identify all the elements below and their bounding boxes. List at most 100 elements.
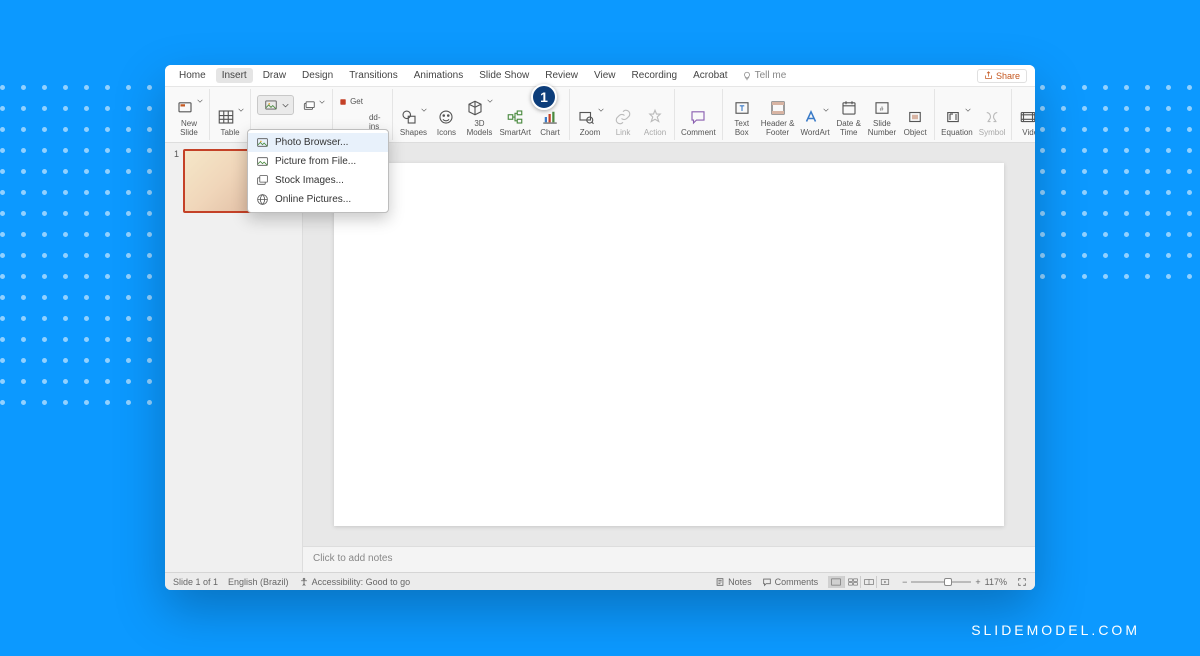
zoom-slider-thumb[interactable] bbox=[944, 578, 952, 586]
slide-canvas[interactable] bbox=[334, 163, 1004, 526]
menu-draw[interactable]: Draw bbox=[257, 68, 292, 83]
status-language[interactable]: English (Brazil) bbox=[228, 577, 289, 587]
view-normal-icon bbox=[831, 577, 841, 587]
zoom-out-button[interactable]: − bbox=[902, 577, 907, 587]
menu-bar: Home Insert Draw Design Transitions Anim… bbox=[165, 65, 1035, 87]
status-comments-button[interactable]: Comments bbox=[762, 577, 819, 587]
zoom-in-button[interactable]: + bbox=[975, 577, 980, 587]
menu-design[interactable]: Design bbox=[296, 68, 339, 83]
ribbon-group-slides: New Slide bbox=[169, 89, 210, 140]
dropdown-stock-images[interactable]: Stock Images... bbox=[248, 171, 388, 190]
dropdown-online-pictures[interactable]: Online Pictures... bbox=[248, 190, 388, 209]
watermark: SLIDEMODEL.COM bbox=[971, 622, 1140, 638]
view-mode-switcher bbox=[828, 576, 892, 588]
action-icon bbox=[646, 108, 664, 126]
zoom-slider[interactable] bbox=[911, 581, 971, 583]
link-button: Link bbox=[610, 107, 636, 138]
equation-button[interactable]: Equation bbox=[941, 103, 973, 138]
shapes-icon bbox=[400, 108, 418, 126]
menu-recording[interactable]: Recording bbox=[626, 68, 684, 83]
zoom-control[interactable]: − + 117% bbox=[902, 577, 1007, 587]
header-footer-button[interactable]: Header & Footer bbox=[761, 98, 795, 138]
menu-insert[interactable]: Insert bbox=[216, 68, 253, 83]
chevron-down-icon bbox=[421, 107, 427, 113]
slide-number-icon: # bbox=[873, 99, 891, 117]
chart-button[interactable]: Chart bbox=[537, 107, 563, 138]
view-slideshow[interactable] bbox=[876, 576, 892, 588]
new-slide-button[interactable]: New Slide bbox=[175, 94, 203, 138]
menu-view[interactable]: View bbox=[588, 68, 622, 83]
view-sorter-icon bbox=[848, 577, 858, 587]
action-button: Action bbox=[642, 107, 668, 138]
video-button[interactable]: Video bbox=[1018, 103, 1035, 138]
slide-stage[interactable] bbox=[303, 143, 1035, 546]
slide-number-label: 1 bbox=[171, 149, 179, 213]
annotation-step-1: 1 bbox=[531, 84, 557, 110]
dropdown-photo-browser[interactable]: Photo Browser... bbox=[248, 133, 388, 152]
chevron-down-icon bbox=[238, 107, 244, 113]
powerpoint-window: 1 Home Insert Draw Design Transitions An… bbox=[165, 65, 1035, 590]
photo-browser-icon bbox=[256, 136, 269, 149]
date-time-button[interactable]: Date & Time bbox=[836, 98, 862, 138]
comments-icon bbox=[762, 577, 772, 587]
menu-acrobat[interactable]: Acrobat bbox=[687, 68, 733, 83]
icons-button[interactable]: Icons bbox=[433, 107, 459, 138]
header-footer-icon bbox=[769, 99, 787, 117]
new-slide-icon bbox=[176, 99, 194, 117]
ribbon-group-text: Text Box Header & Footer WordArt Date & … bbox=[723, 89, 935, 140]
table-button[interactable]: Table bbox=[216, 103, 244, 138]
ribbon-group-tables: Table bbox=[210, 89, 251, 140]
pictures-button[interactable] bbox=[257, 95, 294, 115]
view-sorter[interactable] bbox=[844, 576, 860, 588]
status-accessibility[interactable]: Accessibility: Good to go bbox=[299, 577, 411, 587]
smartart-icon bbox=[506, 108, 524, 126]
view-slideshow-icon bbox=[880, 577, 890, 587]
comment-icon bbox=[689, 108, 707, 126]
menu-slideshow[interactable]: Slide Show bbox=[473, 68, 535, 83]
equation-icon bbox=[944, 108, 962, 126]
chevron-down-icon bbox=[282, 102, 289, 109]
chevron-down-icon bbox=[319, 99, 325, 105]
notes-pane[interactable]: Click to add notes bbox=[303, 546, 1035, 572]
shapes-button[interactable]: Shapes bbox=[399, 103, 427, 138]
object-button[interactable]: Object bbox=[902, 107, 928, 138]
comment-button[interactable]: Comment bbox=[681, 107, 716, 138]
status-slide-count: Slide 1 of 1 bbox=[173, 577, 218, 587]
chevron-down-icon bbox=[965, 107, 971, 113]
text-box-button[interactable]: Text Box bbox=[729, 98, 755, 138]
menu-transitions[interactable]: Transitions bbox=[343, 68, 404, 83]
menu-review[interactable]: Review bbox=[539, 68, 584, 83]
menu-animations[interactable]: Animations bbox=[408, 68, 469, 83]
zoom-percentage[interactable]: 117% bbox=[985, 577, 1007, 587]
share-icon bbox=[984, 71, 993, 80]
ribbon-group-links: Zoom Link Action bbox=[570, 89, 675, 140]
smartart-button[interactable]: SmartArt bbox=[499, 107, 531, 138]
date-time-icon bbox=[840, 99, 858, 117]
lightbulb-icon bbox=[742, 71, 752, 81]
ribbon-insert: New Slide Table bbox=[165, 87, 1035, 143]
ribbon-group-comments: Comment bbox=[675, 89, 723, 140]
pictures-dropdown: Photo Browser... Picture from File... St… bbox=[247, 129, 389, 213]
dropdown-picture-from-file[interactable]: Picture from File... bbox=[248, 152, 388, 171]
zoom-button[interactable]: Zoom bbox=[576, 103, 604, 138]
fit-to-window-button[interactable] bbox=[1017, 577, 1027, 587]
wordart-button[interactable]: WordArt bbox=[801, 103, 830, 138]
screenshot-button[interactable] bbox=[300, 95, 326, 115]
share-button[interactable]: Share bbox=[977, 69, 1027, 83]
chevron-down-icon bbox=[487, 98, 493, 104]
status-bar: Slide 1 of 1 English (Brazil) Accessibil… bbox=[165, 572, 1035, 590]
symbol-icon bbox=[983, 108, 1001, 126]
picture-file-icon bbox=[256, 155, 269, 168]
view-reading[interactable] bbox=[860, 576, 876, 588]
slide-number-button[interactable]: # Slide Number bbox=[868, 98, 896, 138]
view-normal[interactable] bbox=[828, 576, 844, 588]
tell-me-search[interactable]: Tell me bbox=[742, 70, 787, 81]
menu-home[interactable]: Home bbox=[173, 68, 212, 83]
pictures-icon bbox=[262, 98, 280, 112]
chart-icon bbox=[541, 108, 559, 126]
fit-window-icon bbox=[1017, 577, 1027, 587]
3d-models-button[interactable]: 3D Models bbox=[465, 94, 493, 138]
object-icon bbox=[906, 108, 924, 126]
get-addins-button[interactable]: Get bbox=[339, 95, 363, 109]
status-notes-button[interactable]: Notes bbox=[715, 577, 752, 587]
